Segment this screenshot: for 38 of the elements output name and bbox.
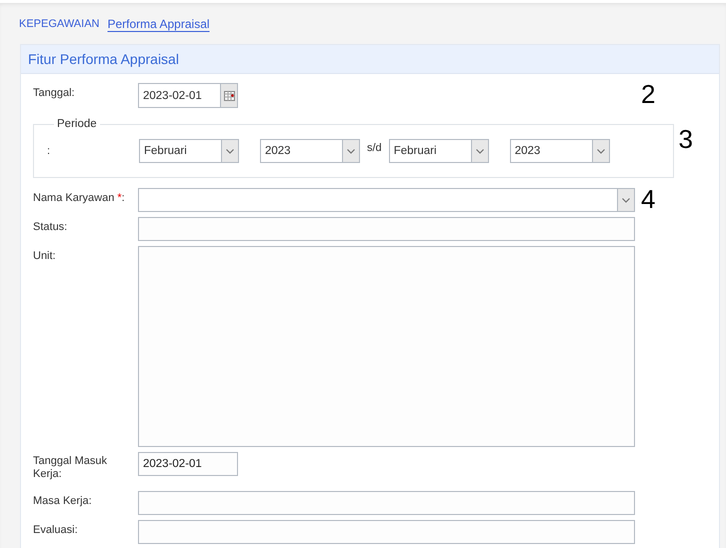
- field-label: Tanggal:: [33, 86, 76, 100]
- text-field[interactable]: [138, 491, 635, 515]
- field-label: Unit:: [33, 249, 57, 263]
- field-label: Status:: [33, 220, 68, 234]
- field-label: :: [47, 145, 52, 157]
- field-label: Nama Karyawan *:: [33, 191, 126, 205]
- panel-title: Fitur Performa Appraisal: [21, 45, 719, 74]
- text-field[interactable]: [138, 217, 635, 241]
- chevron-down-icon: [476, 148, 484, 154]
- dropdown-value: Februari: [143, 144, 188, 159]
- chevron-down-icon: [596, 148, 605, 154]
- annotation-number: 2: [640, 83, 656, 105]
- text-field[interactable]: [138, 520, 635, 544]
- dropdown-value: 2023: [514, 144, 542, 159]
- annotation-number: 3: [678, 124, 693, 155]
- dropdown-value: Februari: [392, 144, 438, 159]
- range-separator: s/d: [367, 141, 382, 154]
- field-label: Evaluasi:: [33, 523, 79, 537]
- field-label: Masa Kerja:: [33, 494, 93, 508]
- annotation-number: 4: [640, 188, 656, 210]
- text-area[interactable]: [138, 246, 635, 447]
- dropdown-field[interactable]: Februari: [139, 139, 239, 163]
- field-label: Tanggal Masuk Kerja:: [33, 454, 108, 481]
- chevron-down-icon: [347, 148, 355, 154]
- breadcrumb-link[interactable]: Performa Appraisal: [107, 17, 210, 31]
- calendar-button[interactable]: [220, 84, 237, 107]
- chevron-down-icon: [226, 148, 234, 154]
- chevron-down-icon: [622, 198, 630, 202]
- group-legend: Periode: [54, 118, 100, 130]
- dropdown-field[interactable]: 2023: [260, 139, 360, 163]
- dropdown-field[interactable]: [138, 188, 635, 212]
- dropdown-value: 2023: [264, 144, 292, 159]
- dropdown-field[interactable]: Februari: [388, 139, 489, 163]
- calendar-icon: [224, 90, 234, 100]
- date-field[interactable]: 2023-02-01: [138, 83, 238, 108]
- dropdown-field[interactable]: 2023: [510, 139, 610, 163]
- breadcrumb-link[interactable]: KEPEGAWAIAN: [19, 18, 100, 30]
- date-field[interactable]: 2023-02-01: [138, 452, 238, 476]
